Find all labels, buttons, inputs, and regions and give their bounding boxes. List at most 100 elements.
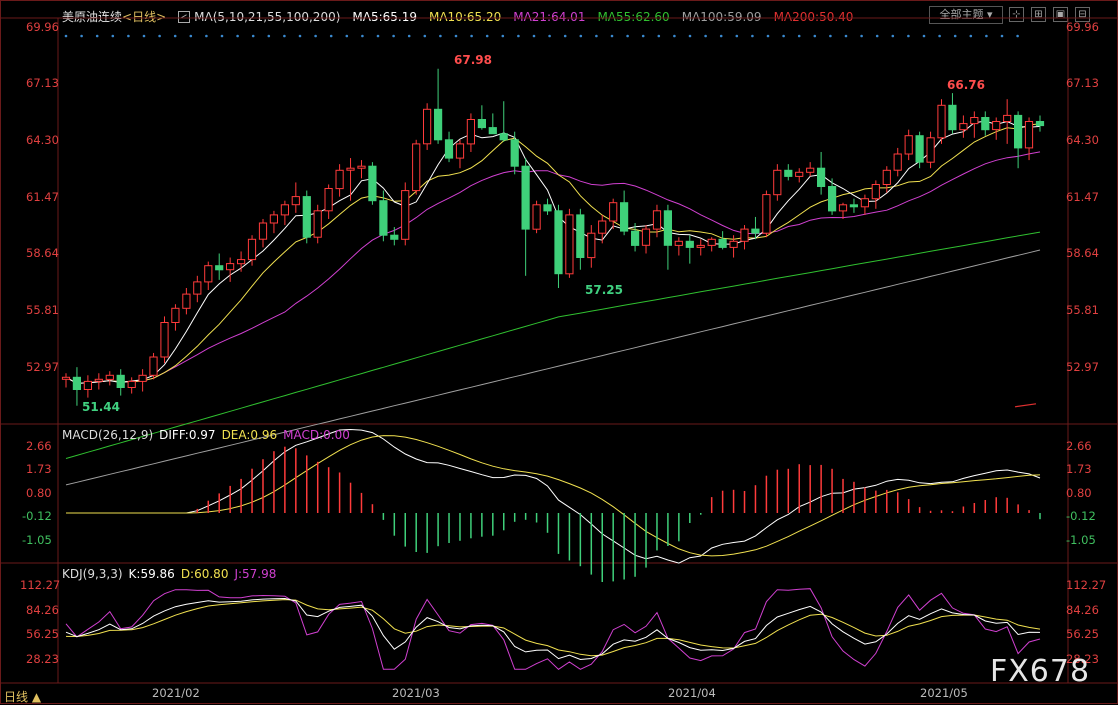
candle-up — [838, 204, 848, 212]
dotted-guide — [610, 34, 614, 38]
candle-down — [434, 108, 443, 141]
dotted-guide — [938, 34, 941, 38]
candle-up — [247, 238, 257, 261]
dotted-guide — [376, 34, 380, 38]
candle-up — [258, 222, 268, 240]
y-tick: 69.96 — [1066, 20, 1099, 34]
dotted-guide — [579, 34, 583, 38]
macd-title: MACD(26,12,9) DIFF:0.97 DEA:0.96 MACD:0.… — [62, 428, 350, 442]
y-tick: 69.96 — [26, 20, 59, 34]
y-tick: 58.64 — [26, 246, 59, 260]
dotted-guide — [345, 34, 349, 38]
dotted-guide — [813, 34, 817, 38]
dotted-guide — [907, 34, 910, 38]
watermark-logo: FX678 — [990, 654, 1091, 689]
candle-up — [269, 214, 278, 224]
candle-down — [1014, 114, 1023, 149]
candle-up — [992, 121, 1001, 131]
y-tick: 55.81 — [26, 303, 59, 317]
macd-dea: DEA:0.96 — [221, 428, 278, 442]
candle-up — [641, 228, 651, 246]
y-tick: 56.25 — [1066, 627, 1099, 641]
dotted-guide — [283, 34, 286, 38]
dotted-guide — [80, 34, 83, 38]
dotted-guide — [797, 34, 801, 38]
candle-down — [368, 165, 377, 202]
y-tick: 2.66 — [26, 439, 52, 453]
dotted-guide — [205, 34, 208, 38]
dotted-guide — [719, 34, 723, 38]
dotted-guide — [751, 34, 754, 38]
candle-up — [762, 194, 771, 234]
candle-down — [215, 265, 224, 271]
candle-up — [959, 123, 968, 131]
y-tick: 61.47 — [26, 190, 59, 204]
candle-up — [926, 137, 935, 163]
kdj-title: KDJ(9,3,3) K:59.86 D:60.80 J:57.98 — [62, 567, 276, 581]
dotted-guide — [236, 34, 239, 38]
candle-down — [663, 210, 672, 246]
dotted-guide — [922, 34, 926, 38]
candle-up — [182, 293, 191, 309]
candle-up — [598, 220, 607, 234]
y-tick: -0.12 — [22, 509, 52, 523]
candle-down — [631, 230, 640, 246]
candle-up — [565, 214, 574, 275]
candle-up — [401, 190, 410, 240]
y-tick: 84.26 — [1066, 603, 1099, 617]
candle-up — [696, 244, 705, 248]
y-tick: 112.27 — [20, 578, 61, 592]
x-tick: 2021/02 — [152, 686, 200, 700]
dotted-guide — [314, 34, 317, 38]
candle-up — [138, 374, 147, 382]
y-tick: 28.23 — [26, 652, 59, 666]
y-tick: 52.97 — [26, 360, 59, 374]
candle-up — [652, 210, 662, 230]
candle-up — [893, 153, 902, 171]
y-tick: 56.25 — [26, 627, 59, 641]
low-annotation: 57.25 — [585, 283, 623, 297]
high-annotation: 66.76 — [947, 78, 985, 92]
y-tick: 84.26 — [26, 603, 59, 617]
candle-up — [587, 232, 596, 259]
ma200-line — [1014, 403, 1037, 408]
candle-up — [1024, 121, 1034, 149]
dotted-guide — [407, 34, 411, 38]
candle-up — [193, 281, 202, 295]
candle-down — [828, 186, 837, 212]
candle-up — [105, 374, 114, 380]
dotted-guide — [875, 34, 879, 38]
dotted-guide — [158, 34, 161, 38]
dotted-guide — [626, 34, 629, 38]
candle-up — [160, 322, 169, 358]
candle-up — [423, 108, 432, 145]
candle-down — [379, 200, 388, 236]
period-tab[interactable]: 日线 ▲ — [4, 688, 41, 705]
y-tick: 64.30 — [26, 133, 59, 147]
candle-up — [204, 265, 213, 283]
dotted-guide — [641, 34, 645, 38]
dotted-guide — [501, 34, 505, 38]
x-tick: 2021/04 — [668, 686, 716, 700]
candle-down — [116, 374, 125, 388]
dotted-guide — [688, 34, 692, 38]
dotted-guide — [142, 34, 146, 38]
candle-up — [237, 259, 246, 265]
candle-down — [477, 119, 486, 129]
macd-dea-line — [66, 435, 1041, 557]
y-tick: -1.05 — [22, 533, 52, 547]
candle-up — [335, 169, 344, 190]
candle-up — [882, 169, 891, 186]
chart-canvas[interactable] — [0, 0, 1118, 705]
y-tick: 2.66 — [1066, 439, 1092, 453]
dotted-guide — [673, 34, 676, 38]
high-annotation: 67.98 — [454, 53, 492, 67]
candle-up — [773, 169, 782, 196]
kdj-k-line — [65, 597, 1041, 661]
y-tick: 1.73 — [26, 462, 52, 476]
candle-up — [127, 380, 136, 388]
dotted-guide — [735, 34, 739, 38]
dotted-guide — [329, 34, 333, 38]
dotted-guide — [704, 34, 707, 38]
macd-diff: DIFF:0.97 — [159, 428, 216, 442]
